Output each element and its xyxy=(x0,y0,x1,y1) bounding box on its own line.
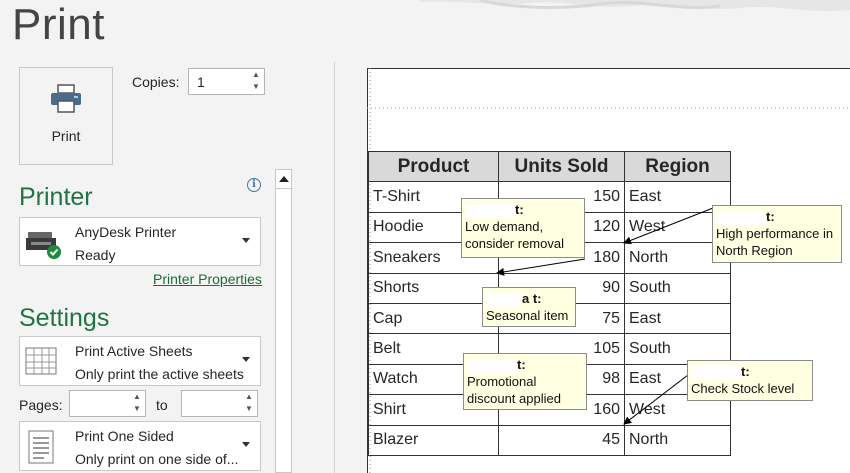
comment-author: t: xyxy=(741,364,750,379)
redacted-author xyxy=(465,203,515,218)
comment-author: a t: xyxy=(522,291,542,306)
comment-text: Low demand, consider removal xyxy=(465,219,564,251)
cell-comment: t: High performance in North Region xyxy=(712,205,842,263)
comment-arrow xyxy=(496,258,586,276)
redacted-author xyxy=(691,365,741,380)
comment-text: High performance in North Region xyxy=(716,226,834,258)
redacted-author xyxy=(716,210,766,225)
comment-text: Promotional discount applied xyxy=(467,374,561,406)
comment-text: Check Stock level xyxy=(691,381,795,396)
comment-arrow xyxy=(623,207,714,245)
comment-text: Seasonal item xyxy=(486,308,569,323)
cell-comment: t: Check Stock level xyxy=(687,360,813,401)
redacted-author xyxy=(467,358,517,373)
comment-arrow xyxy=(623,374,689,425)
comment-author: t: xyxy=(517,357,526,372)
cell-comment: a t: Seasonal item xyxy=(482,287,576,327)
redacted-author xyxy=(486,292,522,307)
comment-author: t: xyxy=(515,202,524,217)
cell-comment: t: Promotional discount applied xyxy=(463,353,587,410)
comment-author: t: xyxy=(766,209,775,224)
cell-comment: t: Low demand, consider removal xyxy=(461,198,585,258)
